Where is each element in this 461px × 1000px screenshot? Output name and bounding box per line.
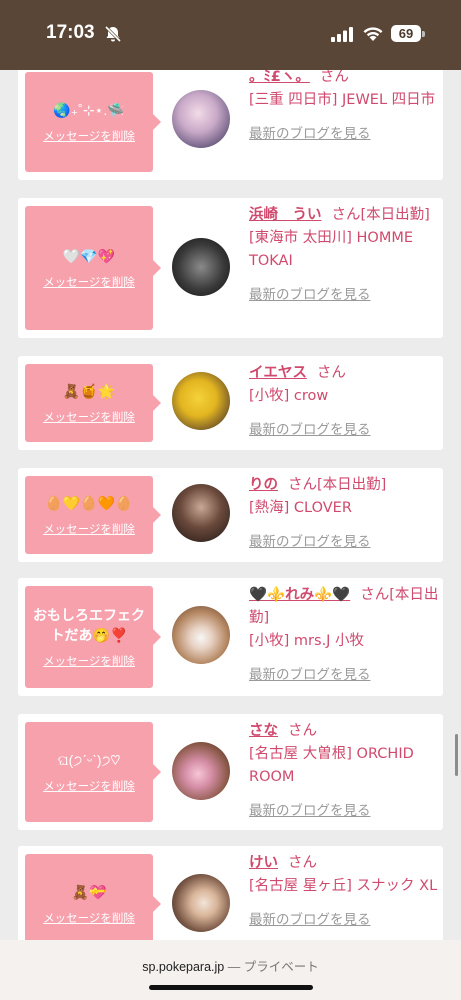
- message-bubble: 🌏₊˚⊹⋆.🛸 メッセージを削除: [25, 72, 161, 172]
- message-card: おもしろエフェクトだあ🤭❣️ メッセージを削除 🖤⚜️れみ⚜️🖤 さん[本日出勤]…: [18, 578, 443, 696]
- shop-info: [名古屋 星ヶ丘] スナック XL: [249, 878, 438, 894]
- message-bubble: 🥚💛🥚🧡🥚 メッセージを削除: [25, 476, 161, 554]
- honorific: さん: [288, 723, 317, 739]
- message-text: おもしろエフェクトだあ🤭❣️: [33, 607, 145, 643]
- avatar[interactable]: [172, 238, 230, 296]
- profile-info: さな さん [名古屋 大曽根] ORCHID ROOM 最新のブログを見る: [249, 720, 439, 819]
- shop-info: [東海市 太田川] HOMME TOKAI: [249, 230, 414, 269]
- profile-name[interactable]: さな: [249, 723, 278, 739]
- shop-info: [小牧] crow: [249, 388, 329, 404]
- avatar[interactable]: [172, 484, 230, 542]
- profile-name[interactable]: イエヤス: [249, 365, 307, 381]
- delete-message-link[interactable]: メッセージを削除: [43, 409, 135, 425]
- shop-info: [小牧] mrs.J 小牧: [249, 633, 365, 649]
- delete-message-link[interactable]: メッセージを削除: [43, 778, 135, 794]
- message-card: 🌏₊˚⊹⋆.🛸 メッセージを削除 。ﾐ£ヽ。 さん [三重 四日市] JEWEL …: [18, 70, 443, 180]
- profile-info: 。ﾐ£ヽ。 さん [三重 四日市] JEWEL 四日市 最新のブログを見る: [249, 70, 439, 142]
- battery-icon: 69: [391, 25, 421, 42]
- avatar[interactable]: [172, 372, 230, 430]
- honorific: さん: [360, 587, 390, 603]
- today-tag: [本日出勤]: [360, 207, 430, 223]
- message-text: 🌏₊˚⊹⋆.🛸: [53, 102, 125, 118]
- delete-message-link[interactable]: メッセージを削除: [43, 128, 135, 144]
- profile-name[interactable]: 🖤⚜️れみ⚜️🖤: [249, 587, 350, 603]
- latest-blog-link[interactable]: 最新のブログを見る: [249, 663, 439, 683]
- avatar[interactable]: [172, 606, 230, 664]
- profile-name[interactable]: けい: [249, 855, 278, 871]
- bell-slash-icon: [104, 25, 122, 43]
- avatar[interactable]: [172, 90, 230, 148]
- message-card: 🥚💛🥚🧡🥚 メッセージを削除 りの さん[本日出勤] [熱海] CLOVER 最新…: [18, 468, 443, 562]
- delete-message-link[interactable]: メッセージを削除: [43, 653, 135, 669]
- shop-info: [熱海] CLOVER: [249, 500, 352, 516]
- wifi-icon: [363, 27, 383, 41]
- latest-blog-link[interactable]: 最新のブログを見る: [249, 799, 439, 819]
- message-text: 🤍💎💖: [62, 248, 116, 264]
- scrollbar-thumb[interactable]: [455, 734, 458, 776]
- latest-blog-link[interactable]: 最新のブログを見る: [249, 283, 439, 303]
- message-bubble: 🤍💎💖 メッセージを削除: [25, 206, 161, 330]
- latest-blog-link[interactable]: 最新のブログを見る: [249, 908, 439, 928]
- message-text: 🧸💝: [71, 884, 107, 900]
- url-host: sp.pokepara.jp: [142, 960, 225, 974]
- message-card: ଘ(੭ˊᵕˋ)੭♡ メッセージを削除 さな さん [名古屋 大曽根] ORCHID…: [18, 714, 443, 830]
- latest-blog-link[interactable]: 最新のブログを見る: [249, 530, 439, 550]
- message-bubble: 🧸💝 メッセージを削除: [25, 854, 161, 940]
- browser-url-bar[interactable]: sp.pokepara.jp — プライベート: [0, 940, 461, 1000]
- url-text[interactable]: sp.pokepara.jp — プライベート: [0, 956, 461, 975]
- delete-message-link[interactable]: メッセージを削除: [43, 910, 135, 926]
- message-feed[interactable]: 🌏₊˚⊹⋆.🛸 メッセージを削除 。ﾐ£ヽ。 さん [三重 四日市] JEWEL …: [0, 70, 461, 940]
- url-separator: —: [224, 960, 244, 974]
- message-bubble: おもしろエフェクトだあ🤭❣️ メッセージを削除: [25, 586, 161, 688]
- status-bar: 17:03 69: [0, 0, 461, 70]
- honorific: さん: [316, 365, 346, 381]
- profile-info: 浜崎 うい さん[本日出勤] [東海市 太田川] HOMME TOKAI 最新のブ…: [249, 204, 439, 303]
- message-bubble: ଘ(੭ˊᵕˋ)੭♡ メッセージを削除: [25, 722, 161, 822]
- message-text: ଘ(੭ˊᵕˋ)੭♡: [57, 752, 121, 768]
- today-tag: [本日出勤]: [317, 477, 387, 493]
- message-bubble: 🧸🍯🌟 メッセージを削除: [25, 364, 161, 442]
- message-text: 🥚💛🥚🧡🥚: [45, 495, 133, 511]
- delete-message-link[interactable]: メッセージを削除: [43, 274, 135, 290]
- message-card: 🤍💎💖 メッセージを削除 浜崎 うい さん[本日出勤] [東海市 太田川] HOM…: [18, 198, 443, 338]
- avatar[interactable]: [172, 742, 230, 800]
- message-card: 🧸🍯🌟 メッセージを削除 イエヤス さん [小牧] crow 最新のブログを見る: [18, 356, 443, 450]
- honorific: さん: [331, 207, 361, 223]
- signal-icon: [331, 27, 353, 42]
- delete-message-link[interactable]: メッセージを削除: [43, 521, 135, 537]
- battery-tip: [422, 31, 425, 37]
- profile-name[interactable]: りの: [249, 477, 278, 493]
- profile-info: イエヤス さん [小牧] crow 最新のブログを見る: [249, 362, 439, 438]
- latest-blog-link[interactable]: 最新のブログを見る: [249, 418, 439, 438]
- message-card: 🧸💝 メッセージを削除 けい さん [名古屋 星ヶ丘] スナック XL 最新のブロ…: [18, 846, 443, 940]
- shop-info: [名古屋 大曽根] ORCHID ROOM: [249, 746, 414, 785]
- avatar[interactable]: [172, 874, 230, 932]
- profile-name[interactable]: 浜崎 うい: [249, 207, 322, 223]
- honorific: さん: [288, 855, 317, 871]
- honorific: さん: [319, 70, 349, 85]
- latest-blog-link[interactable]: 最新のブログを見る: [249, 122, 439, 142]
- private-mode-label: プライベート: [243, 960, 319, 974]
- profile-name[interactable]: 。ﾐ£ヽ。: [249, 70, 310, 85]
- profile-info: りの さん[本日出勤] [熱海] CLOVER 最新のブログを見る: [249, 474, 439, 550]
- shop-info: [三重 四日市] JEWEL 四日市: [249, 92, 436, 108]
- home-indicator[interactable]: [149, 985, 313, 990]
- status-time: 17:03: [46, 22, 95, 43]
- profile-info: 🖤⚜️れみ⚜️🖤 さん[本日出勤] [小牧] mrs.J 小牧 最新のブログを見る: [249, 584, 439, 683]
- profile-info: けい さん [名古屋 星ヶ丘] スナック XL 最新のブログを見る: [249, 852, 439, 928]
- honorific: さん: [288, 477, 317, 493]
- message-text: 🧸🍯🌟: [62, 383, 116, 399]
